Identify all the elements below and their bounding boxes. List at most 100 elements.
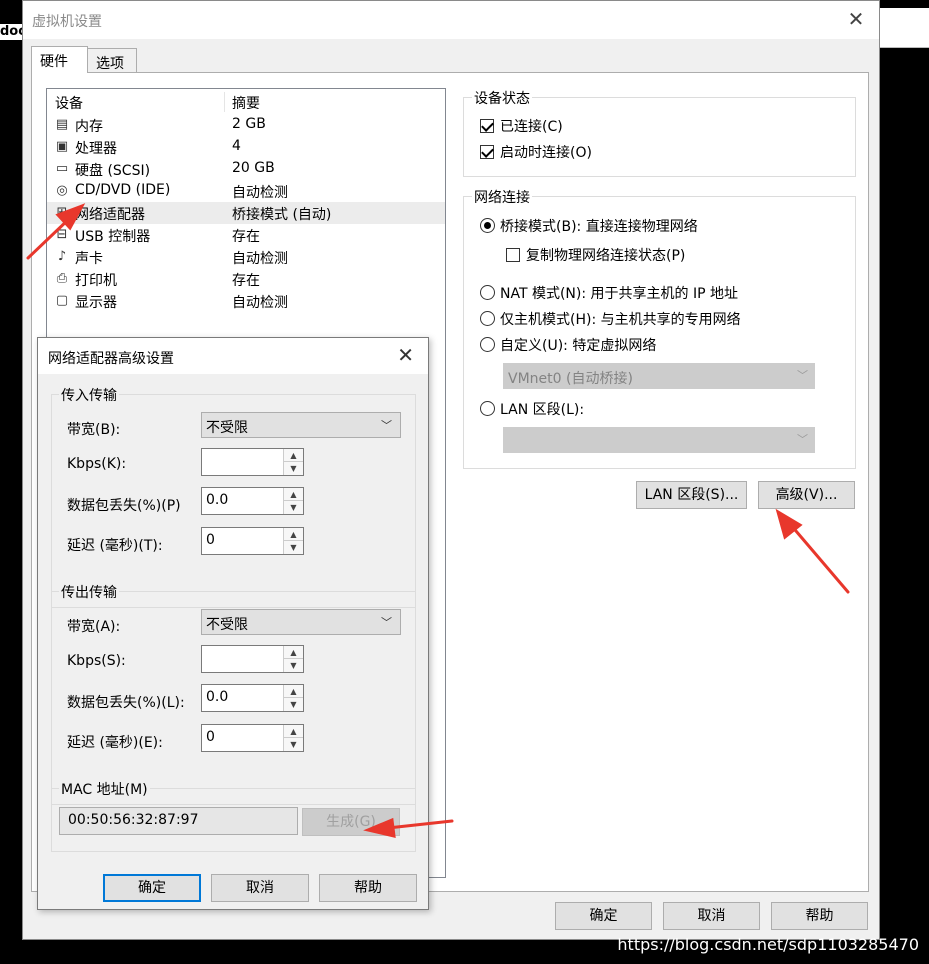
chevron-down-icon: ﹀ xyxy=(797,369,808,382)
host-only-label: 仅主机模式(H): 与主机共享的专用网络 xyxy=(500,312,741,328)
mac-address-group: MAC 地址(M) 00:50:56:32:87:97 生成(G) xyxy=(51,779,416,852)
spin-up-icon[interactable]: ▲ xyxy=(284,646,303,659)
spin-down-icon[interactable]: ▼ xyxy=(284,659,303,672)
device-name: 声卡 xyxy=(75,251,103,267)
device-name: 处理器 xyxy=(75,141,117,157)
incoming-latency-value: 0 xyxy=(206,532,215,548)
column-header-device[interactable]: 设备 xyxy=(55,93,83,113)
device-name: 显示器 xyxy=(75,295,117,311)
dialog-body: 传入传输 带宽(B): 不受限 ﹀ Kbps(K): ▲ ▼ 数据包丢失(%)(P… xyxy=(38,374,428,909)
device-summary: 自动检测 xyxy=(232,251,288,267)
cancel-button[interactable]: 取消 xyxy=(663,902,760,930)
spin-down-icon[interactable]: ▼ xyxy=(284,541,303,554)
device-name: 硬盘 (SCSI) xyxy=(75,163,151,179)
incoming-loss-value: 0.0 xyxy=(206,492,229,508)
device-summary: 存在 xyxy=(232,273,260,289)
device-name: 内存 xyxy=(75,119,103,135)
device-row[interactable]: ▤ 内存 2 GB xyxy=(47,114,445,136)
outgoing-group: 传出传输 带宽(A): 不受限 ﹀ Kbps(S): ▲ ▼ 数据包丢失(%)(L… xyxy=(51,582,416,805)
incoming-kbps-stepper[interactable]: ▲ ▼ xyxy=(201,448,304,476)
memory-icon: ▤ xyxy=(55,117,69,132)
generate-mac-button[interactable]: 生成(G) xyxy=(302,808,400,836)
nat-radio[interactable] xyxy=(480,285,495,300)
device-row[interactable]: ⊞ 网络适配器 桥接模式 (自动) xyxy=(47,202,445,224)
device-status-title: 设备状态 xyxy=(472,88,532,108)
tab-options[interactable]: 选项 xyxy=(87,48,137,73)
device-row[interactable]: ⊟ USB 控制器 存在 xyxy=(47,224,445,246)
device-row[interactable]: ▭ 硬盘 (SCSI) 20 GB xyxy=(47,158,445,180)
custom-radio[interactable] xyxy=(480,337,495,352)
mac-address-field[interactable]: 00:50:56:32:87:97 xyxy=(59,807,298,835)
incoming-latency-stepper[interactable]: 0 ▲ ▼ xyxy=(201,527,304,555)
outgoing-loss-value: 0.0 xyxy=(206,689,229,705)
network-adapter-advanced-dialog: 网络适配器高级设置 ✕ 传入传输 带宽(B): 不受限 ﹀ Kbps(K): ▲… xyxy=(37,337,429,910)
replicate-state-label: 复制物理网络连接状态(P) xyxy=(526,248,686,264)
dialog-help-button[interactable]: 帮助 xyxy=(319,874,417,902)
title-bar: 虚拟机设置 ✕ xyxy=(23,1,879,39)
incoming-latency-label: 延迟 (毫秒)(T): xyxy=(67,538,163,554)
outgoing-bandwidth-select[interactable]: 不受限 ﹀ xyxy=(201,609,401,635)
device-summary: 桥接模式 (自动) xyxy=(232,207,332,223)
connected-checkbox[interactable] xyxy=(480,119,494,133)
mac-address-title: MAC 地址(M) xyxy=(59,779,150,799)
outgoing-loss-stepper[interactable]: 0.0 ▲ ▼ xyxy=(201,684,304,712)
connected-label: 已连接(C) xyxy=(500,119,563,135)
outgoing-latency-stepper[interactable]: 0 ▲ ▼ xyxy=(201,724,304,752)
window-title: 虚拟机设置 xyxy=(32,14,102,30)
outgoing-latency-value: 0 xyxy=(206,729,215,745)
incoming-loss-stepper[interactable]: 0.0 ▲ ▼ xyxy=(201,487,304,515)
dialog-ok-button[interactable]: 确定 xyxy=(103,874,201,902)
spin-down-icon[interactable]: ▼ xyxy=(284,462,303,475)
incoming-bandwidth-select[interactable]: 不受限 ﹀ xyxy=(201,412,401,438)
device-summary: 存在 xyxy=(232,229,260,245)
sound-icon: ♪ xyxy=(57,249,67,264)
help-button[interactable]: 帮助 xyxy=(771,902,868,930)
host-only-radio[interactable] xyxy=(480,311,495,326)
device-name: 网络适配器 xyxy=(75,207,145,223)
chevron-down-icon: ﹀ xyxy=(797,433,808,446)
lan-segment-select[interactable]: ﹀ xyxy=(503,427,815,453)
bridged-radio[interactable] xyxy=(480,218,495,233)
incoming-kbps-label: Kbps(K): xyxy=(67,456,127,472)
close-icon[interactable]: ✕ xyxy=(847,9,865,29)
device-row[interactable]: ◎ CD/DVD (IDE) 自动检测 xyxy=(47,180,445,202)
outgoing-bandwidth-label: 带宽(A): xyxy=(67,619,121,635)
lan-segment-radio[interactable] xyxy=(480,401,495,416)
close-icon[interactable]: ✕ xyxy=(397,345,414,365)
dialog-cancel-button[interactable]: 取消 xyxy=(211,874,309,902)
cd-icon: ◎ xyxy=(56,183,68,198)
spin-down-icon[interactable]: ▼ xyxy=(284,501,303,514)
advanced-button[interactable]: 高级(V)... xyxy=(758,481,855,509)
watermark-text: https://blog.csdn.net/sdp1103285470 xyxy=(617,935,919,954)
device-summary: 自动检测 xyxy=(232,185,288,201)
device-summary: 4 xyxy=(232,138,241,154)
device-row[interactable]: ♪ 声卡 自动检测 xyxy=(47,246,445,268)
display-icon: ▢ xyxy=(55,293,69,308)
background-left xyxy=(0,0,22,964)
cpu-icon: ▣ xyxy=(55,139,69,154)
spin-down-icon[interactable]: ▼ xyxy=(284,698,303,711)
device-row[interactable]: ▣ 处理器 4 xyxy=(47,136,445,158)
spin-up-icon[interactable]: ▲ xyxy=(284,449,303,462)
dialog-title-bar: 网络适配器高级设置 ✕ xyxy=(38,338,428,374)
connect-on-start-checkbox[interactable] xyxy=(480,145,494,159)
custom-label: 自定义(U): 特定虚拟网络 xyxy=(500,338,657,354)
spin-up-icon[interactable]: ▲ xyxy=(284,528,303,541)
ok-button[interactable]: 确定 xyxy=(555,902,652,930)
spin-down-icon[interactable]: ▼ xyxy=(284,738,303,751)
column-header-summary[interactable]: 摘要 xyxy=(232,93,260,113)
device-row[interactable]: ⎙ 打印机 存在 xyxy=(47,268,445,290)
incoming-title: 传入传输 xyxy=(59,385,119,405)
replicate-state-checkbox[interactable] xyxy=(506,248,520,262)
device-row[interactable]: ▢ 显示器 自动检测 xyxy=(47,290,445,312)
lan-segment-label: LAN 区段(L): xyxy=(500,402,585,418)
usb-icon: ⊟ xyxy=(56,227,68,242)
device-name: USB 控制器 xyxy=(75,229,151,245)
spin-up-icon[interactable]: ▲ xyxy=(284,488,303,501)
custom-network-select[interactable]: VMnet0 (自动桥接) ﹀ xyxy=(503,363,815,389)
lan-segments-button[interactable]: LAN 区段(S)... xyxy=(636,481,747,509)
tab-hardware[interactable]: 硬件 xyxy=(31,46,88,73)
spin-up-icon[interactable]: ▲ xyxy=(284,725,303,738)
spin-up-icon[interactable]: ▲ xyxy=(284,685,303,698)
outgoing-kbps-stepper[interactable]: ▲ ▼ xyxy=(201,645,304,673)
